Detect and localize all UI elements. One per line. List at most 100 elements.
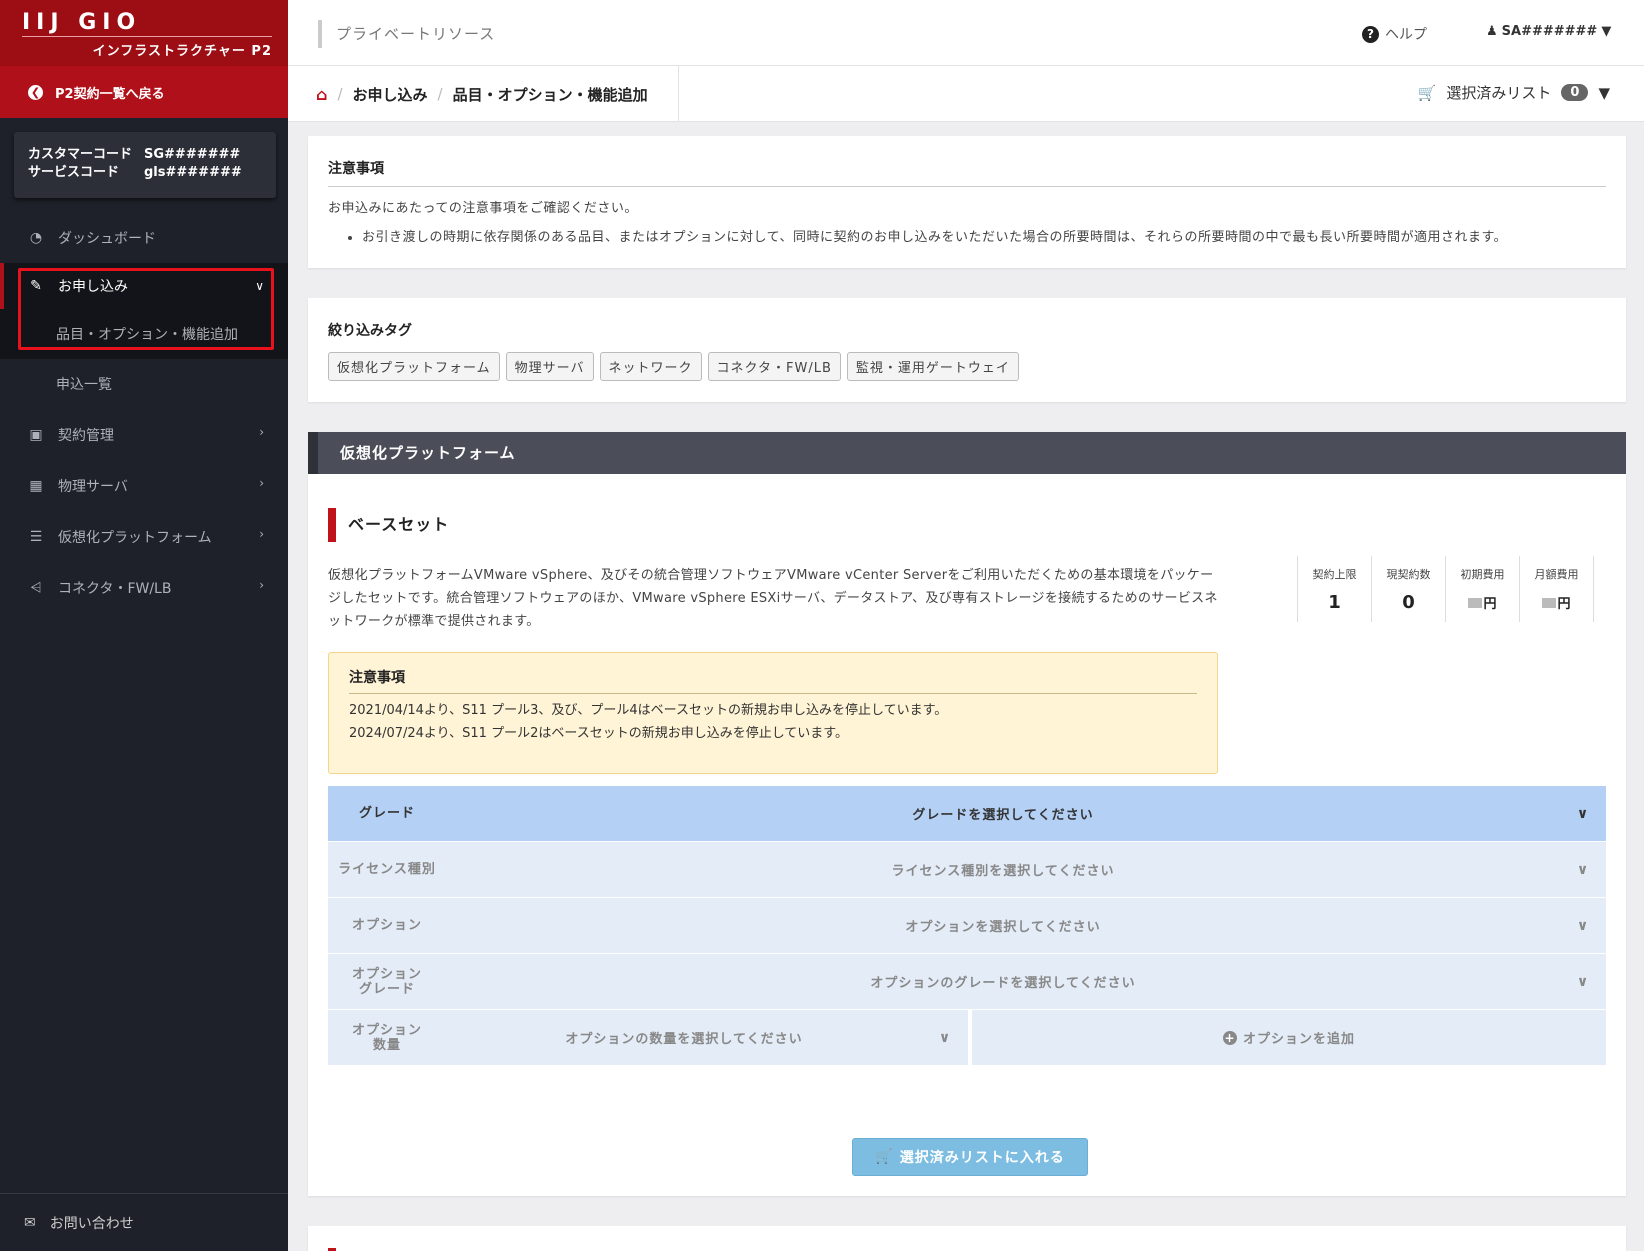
sidebar-subitem-application-list[interactable]: 申込一覧 [0,359,288,409]
stat-value: 1 [1328,592,1341,613]
user-menu[interactable]: ♟ SA####### ▼ [1486,24,1611,39]
baseset-warning: 注意事項 2021/04/14より、S11 プール3、及び、プール4はベースセッ… [328,652,1218,774]
breadcrumb-bar: ⌂ / お申し込み / 品目・オプション・機能追加 🛒 選択済みリスト 0 ▼ [288,66,1644,122]
tag-monitoring-gateway[interactable]: 監視・運用ゲートウェイ [846,352,1019,381]
option-value: オプションを選択してください [905,920,1101,935]
baseset-stats: 契約上限 1 現契約数 0 初期費用 円 月額費用 円 [1297,556,1594,622]
warning-line: 2021/04/14より、S11 プール3、及び、プール4はベースセットの新規お… [349,703,948,718]
stat-monthly-fee: 月額費用 円 [1519,556,1594,622]
customer-code-value: SG####### [144,147,241,162]
chevron-right-icon: › [259,476,264,490]
stat-label: 契約上限 [1312,568,1357,581]
back-link-label: P2契約一覧へ戻る [55,86,165,102]
chevron-right-icon: › [259,578,264,592]
help-label: ヘルプ [1385,27,1427,43]
home-icon[interactable]: ⌂ [316,85,327,104]
plus-circle-icon: + [1222,1030,1237,1045]
tag-virtual-platform[interactable]: 仮想化プラットフォーム [328,352,500,381]
service-code-value: gls####### [144,165,242,180]
user-name: SA####### [1501,24,1598,39]
caret-down-icon: ▼ [1601,24,1612,39]
grade-select[interactable]: グレード グレードを選択してください ∨ [328,786,1606,841]
server-icon: ☰ [29,528,43,545]
option-select[interactable]: オプション オプションを選択してください ∨ [328,898,1606,953]
notice-item: お引き渡しの時期に依存関係のある品目、またはオプションに対して、同時に契約のお申… [362,226,1606,245]
contact-link[interactable]: ✉ お問い合わせ [0,1193,288,1251]
envelope-icon: ✉ [24,1214,36,1231]
truck-icon: ▣ [29,426,43,443]
stat-label: 初期費用 [1460,568,1505,581]
logo-text: IIJ GIO [22,10,142,35]
stat-value: 0 [1402,592,1415,613]
breadcrumb-separator: / [337,85,343,103]
option-quantity-label: オプション 数量 [351,1022,422,1053]
add-option-button[interactable]: + オプションを追加 [972,1010,1606,1065]
notice-intro: お申込みにあたっての注意事項をご確認ください。 [328,201,638,216]
share-icon: ⩤ [30,579,42,596]
add-option-label: オプションを追加 [1242,1032,1355,1047]
chevron-down-icon: ∨ [1576,861,1590,878]
add-to-selected-list-button[interactable]: 🛒 選択済みリストに入れる [852,1138,1088,1176]
logo-divider [22,36,272,37]
back-to-contracts-link[interactable]: ❮ P2契約一覧へ戻る [0,66,288,118]
stat-contract-limit: 契約上限 1 [1297,556,1372,622]
breadcrumb: ⌂ / お申し込み / 品目・オプション・機能追加 [316,66,679,122]
breadcrumb-item-apply[interactable]: お申し込み [353,84,428,105]
license-label: ライセンス種別 [338,862,436,877]
license-value: ライセンス種別を選択してください [891,864,1115,879]
redacted-value [1468,598,1483,608]
account-codes: カスタマーコード SG####### サービスコード gls####### [14,132,276,198]
option-quantity-select[interactable]: オプション 数量 オプションの数量を選択してください ∨ [328,1010,968,1065]
section-header: 仮想化プラットフォーム [308,432,1626,474]
question-circle-icon: ? [1362,25,1379,43]
baseset-panel: ベースセット 仮想化プラットフォームVMware vSphere、及びその統合管… [308,474,1626,1196]
building-icon: ▦ [29,477,43,494]
contact-label: お問い合わせ [49,1215,134,1232]
selected-list-label: 選択済みリスト [1446,84,1552,102]
user-icon: ♟ [1486,24,1498,39]
next-panel [308,1226,1626,1251]
tag-network[interactable]: ネットワーク [599,352,702,381]
sidebar-item-virtual-platform[interactable]: ☰ 仮想化プラットフォーム › [0,511,288,562]
option-grade-label: オプション グレード [351,966,422,997]
sidebar-item-connector[interactable]: ⩤ コネクタ・FW/LB › [0,562,288,613]
option-quantity-value: オプションの数量を選択してください [565,1032,803,1047]
baseset-title: ベースセット [328,508,449,542]
option-quantity-row: オプション 数量 オプションの数量を選択してください ∨ + オプションを追加 [328,1010,1606,1065]
grade-label: グレード [358,806,415,821]
stat-label: 月額費用 [1534,568,1579,581]
cart-icon: 🛒 [875,1149,894,1165]
sidebar-item-label: 仮想化プラットフォーム [58,529,212,546]
brand-logo[interactable]: IIJ GIO インフラストラクチャー P2 [0,0,288,66]
chevron-down-icon: ∨ [1576,917,1590,934]
option-grade-select[interactable]: オプション グレード オプションのグレードを選択してください ∨ [328,954,1606,1009]
sidebar-item-label: ダッシュボード [58,230,156,247]
page-title: プライベートリソース [318,20,495,48]
dashboard-icon: ◔ [29,229,43,246]
sidebar-item-contract[interactable]: ▣ 契約管理 › [0,409,288,460]
redacted-value [1542,598,1557,608]
stat-unit: 円 [1483,597,1497,612]
tag-physical-server[interactable]: 物理サーバ [505,352,594,381]
chevron-down-icon: ∨ [1576,805,1590,822]
stat-initial-fee: 初期費用 円 [1445,556,1520,622]
license-select[interactable]: ライセンス種別 ライセンス種別を選択してください ∨ [328,842,1606,897]
logo-subtitle: インフラストラクチャー P2 [92,44,272,59]
grade-value: グレードを選択してください [912,808,1094,823]
notice-title: 注意事項 [328,158,1606,187]
sidebar-item-label: 契約管理 [58,427,114,444]
sidebar-item-physical-server[interactable]: ▦ 物理サーバ › [0,460,288,511]
caret-down-icon: ▼ [1598,83,1610,102]
baseset-description: 仮想化プラットフォームVMware vSphere、及びその統合管理ソフトウェア… [328,568,1218,629]
sidebar-item-dashboard[interactable]: ◔ ダッシュボード [0,212,288,263]
add-button-label: 選択済みリストに入れる [899,1150,1065,1166]
cart-icon: 🛒 [1417,83,1437,102]
help-link[interactable]: ? ヘルプ [1362,24,1427,44]
selected-list-dropdown[interactable]: 🛒 選択済みリスト 0 ▼ [1418,82,1610,103]
arrow-left-circle-icon: ❮ [28,84,43,100]
chevron-down-icon: ∨ [1576,973,1590,990]
customer-code-label: カスタマーコード [28,147,133,162]
tag-connector[interactable]: コネクタ・FW/LB [707,352,841,381]
warning-line: 2024/07/24より、S11 プール2はベースセットの新規お申し込みを停止し… [349,726,849,741]
sidebar-item-label: 物理サーバ [58,478,128,495]
